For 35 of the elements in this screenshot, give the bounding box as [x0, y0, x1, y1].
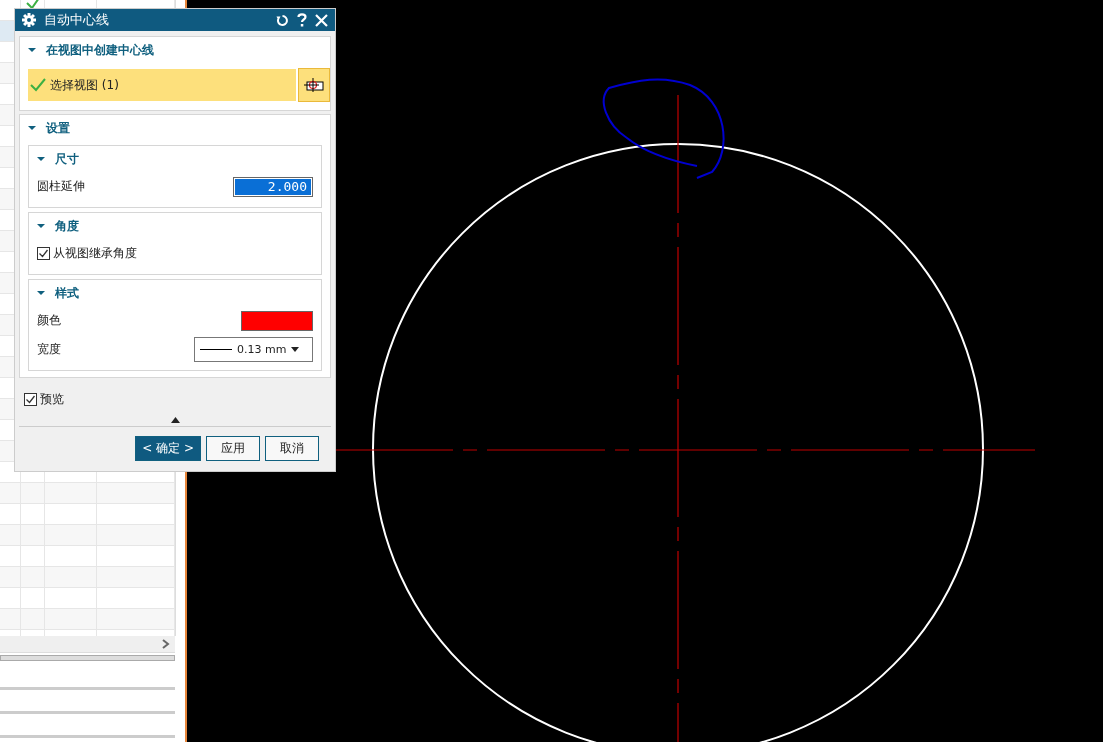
- ok-button[interactable]: < 确定 >: [135, 436, 201, 461]
- caret-down-icon[interactable]: [28, 124, 36, 132]
- select-view-button[interactable]: [298, 68, 330, 102]
- selection-row[interactable]: 选择视图 (1): [28, 69, 296, 101]
- section-title[interactable]: 在视图中创建中心线: [46, 41, 154, 59]
- selection-label: 选择视图 (1): [50, 76, 119, 94]
- dialog-button[interactable]: 取消: [265, 436, 319, 461]
- section-title[interactable]: 设置: [46, 119, 70, 137]
- caret-down-icon[interactable]: [28, 46, 36, 54]
- dialog-button[interactable]: 应用: [206, 436, 260, 461]
- reset-icon[interactable]: [276, 13, 289, 27]
- field-label: 宽度: [37, 341, 61, 358]
- scroll-bar[interactable]: [0, 636, 175, 653]
- close-icon[interactable]: [315, 13, 328, 27]
- section-title[interactable]: 尺寸: [55, 150, 79, 168]
- help-icon[interactable]: [297, 13, 307, 27]
- field-label: 颜色: [37, 312, 61, 329]
- inherit-angle-checkbox[interactable]: 从视图继承角度: [37, 245, 137, 262]
- caret-up-icon[interactable]: [170, 417, 180, 423]
- line-width-dropdown[interactable]: 0.13 mm: [194, 337, 313, 362]
- section-title[interactable]: 样式: [55, 284, 79, 302]
- caret-down-icon[interactable]: [37, 155, 45, 163]
- view-target-icon: [303, 77, 325, 93]
- caret-down-icon: [291, 346, 300, 353]
- preview-checkbox[interactable]: 预览: [19, 381, 331, 409]
- dialog-title: 自动中心线: [44, 11, 109, 29]
- chevron-right-icon[interactable]: [162, 639, 170, 649]
- checkmark-icon: [38, 248, 49, 259]
- color-swatch[interactable]: [241, 310, 313, 331]
- section-title[interactable]: 角度: [55, 217, 79, 235]
- settings-icon[interactable]: [22, 13, 36, 27]
- number-field[interactable]: 2.000: [233, 176, 313, 197]
- field-label: 圆柱延伸: [37, 178, 85, 195]
- caret-down-icon[interactable]: [37, 289, 45, 297]
- checkmark-icon: [25, 393, 36, 405]
